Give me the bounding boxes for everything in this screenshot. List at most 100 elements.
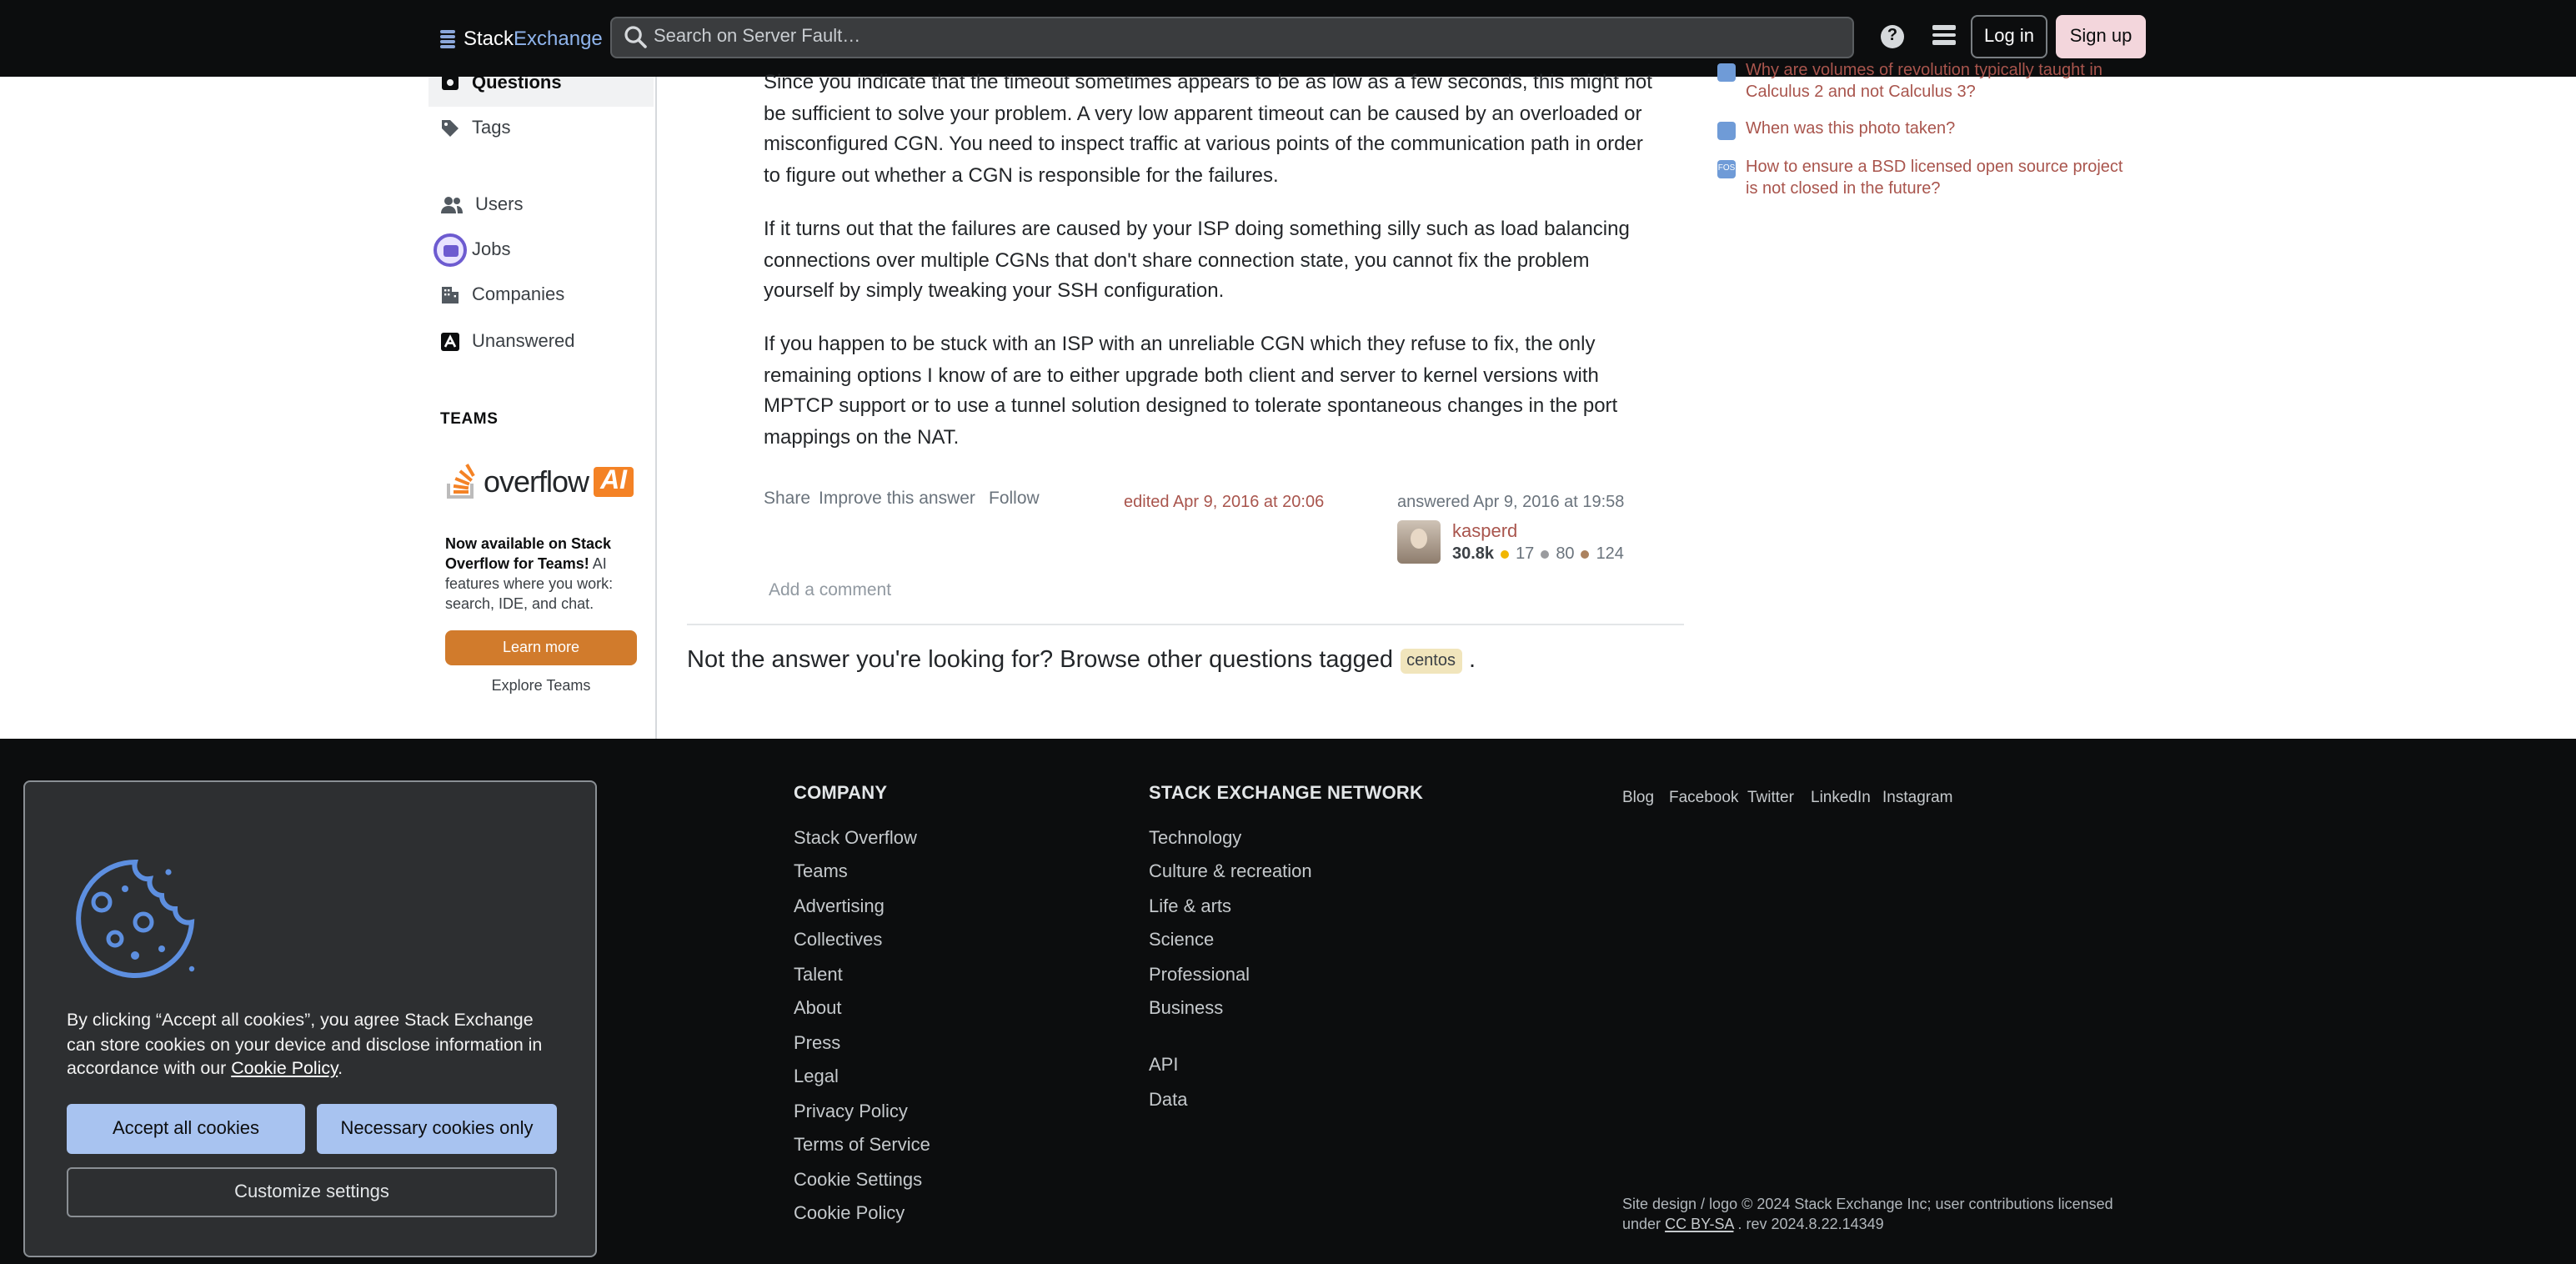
briefcase-icon xyxy=(434,233,467,267)
footer-link-stack-overflow[interactable]: Stack Overflow xyxy=(794,829,917,849)
users-icon xyxy=(441,197,463,213)
reputation-score: 30.8k xyxy=(1452,545,1495,564)
explore-teams-link[interactable]: Explore Teams xyxy=(445,677,637,694)
cookie-consent-dialog: By clicking “Accept all cookies”, you ag… xyxy=(23,780,597,1257)
copyright-line: Site design / logo © 2024 Stack Exchange… xyxy=(1622,1196,2113,1212)
answer-paragraph: If it turns out that the failures are ca… xyxy=(764,217,1630,302)
bronze-badge-count: 124 xyxy=(1596,545,1624,564)
site-switcher-icon[interactable] xyxy=(1932,25,1956,48)
signup-button[interactable]: Sign up xyxy=(2056,15,2146,58)
footer-company-heading: COMPANY xyxy=(794,784,888,804)
footer-social-blog[interactable]: Blog xyxy=(1622,789,1654,807)
license-link[interactable]: CC BY-SA xyxy=(1665,1216,1733,1232)
footer-link-advertising[interactable]: Advertising xyxy=(794,897,885,917)
questions-icon xyxy=(442,75,459,90)
footer-link-collectives[interactable]: Collectives xyxy=(794,930,882,951)
user-reputation: 30.8k 17 80 124 xyxy=(1452,545,1624,564)
edited-timestamp-link[interactable]: edited Apr 9, 2016 at 20:06 xyxy=(1124,494,1324,512)
answer-paragraph: Since you indicate that the timeout some… xyxy=(764,70,1652,186)
footer-network-heading: STACK EXCHANGE NETWORK xyxy=(1149,784,1424,804)
footer-link-cookie-policy[interactable]: Cookie Policy xyxy=(794,1204,905,1224)
cookie-icon xyxy=(76,859,195,978)
footer-link-terms[interactable]: Terms of Service xyxy=(794,1136,930,1156)
unanswered-icon xyxy=(441,333,459,351)
footer-link-culture[interactable]: Culture & recreation xyxy=(1149,862,1312,882)
stackoverflow-logo-icon xyxy=(447,464,475,499)
footer-social-linkedin[interactable]: LinkedIn xyxy=(1811,789,1871,807)
help-icon[interactable]: ? xyxy=(1881,25,1904,48)
sidebar-item-companies[interactable]: Companies xyxy=(440,280,564,310)
stackexchange-logo[interactable]: StackExchange xyxy=(440,23,603,53)
login-button[interactable]: Log in xyxy=(1971,15,2047,58)
footer-link-data[interactable]: Data xyxy=(1149,1091,1188,1111)
cookie-consent-text: By clicking “Accept all cookies”, you ag… xyxy=(67,1009,564,1081)
hot-question-link[interactable]: How to ensure a BSD licensed open source… xyxy=(1746,158,2126,200)
site-favicon-icon: FOS xyxy=(1717,160,1736,178)
sidebar-item-label: Users xyxy=(475,195,524,215)
sidebar-item-label: Jobs xyxy=(472,240,511,260)
answer-paragraph: If you happen to be stuck with an ISP wi… xyxy=(764,332,1618,448)
left-sidebar: Questions Tags Users Jobs Companies Unan… xyxy=(428,73,657,739)
search-input[interactable]: Search on Server Fault… xyxy=(610,17,1854,58)
user-name-link[interactable]: kasperd xyxy=(1452,522,1517,542)
bronze-badge-icon xyxy=(1581,550,1590,559)
footer-link-talent[interactable]: Talent xyxy=(794,966,843,986)
divider xyxy=(687,624,1684,625)
footer-link-about[interactable]: About xyxy=(794,999,842,1019)
customize-settings-button[interactable]: Customize settings xyxy=(67,1167,557,1217)
hot-question-link[interactable]: When was this photo taken? xyxy=(1746,120,1955,141)
sidebar-item-tags[interactable]: Tags xyxy=(440,113,511,143)
silver-badge-icon xyxy=(1541,550,1550,559)
sidebar-item-unanswered[interactable]: Unanswered xyxy=(440,327,575,357)
footer-link-privacy-policy[interactable]: Privacy Policy xyxy=(794,1102,908,1122)
footer-link-press[interactable]: Press xyxy=(794,1034,840,1054)
footer-link-life-arts[interactable]: Life & arts xyxy=(1149,897,1231,917)
not-the-answer-line: Not the answer you're looking for? Brows… xyxy=(687,647,1476,674)
accept-all-cookies-button[interactable]: Accept all cookies xyxy=(67,1104,305,1154)
sidebar-item-jobs[interactable]: Jobs xyxy=(434,233,511,267)
footer-link-api[interactable]: API xyxy=(1149,1056,1178,1076)
gold-badge-count: 17 xyxy=(1516,545,1535,564)
footer-social-instagram[interactable]: Instagram xyxy=(1882,789,1953,807)
footer-copyright: Site design / logo © 2024 Stack Exchange… xyxy=(1622,1194,2122,1234)
footer-link-professional[interactable]: Professional xyxy=(1149,966,1250,986)
footer-link-technology[interactable]: Technology xyxy=(1149,829,1241,849)
sidebar-item-users[interactable]: Users xyxy=(440,190,523,220)
footer-social-twitter[interactable]: Twitter xyxy=(1747,789,1794,807)
teams-promo-text: Now available on Stack Overflow for Team… xyxy=(445,534,632,614)
footer-link-teams[interactable]: Teams xyxy=(794,862,848,882)
footer-link-legal[interactable]: Legal xyxy=(794,1067,839,1087)
hot-question-item[interactable]: When was this photo taken? xyxy=(1717,120,2126,141)
cookie-policy-link[interactable]: Cookie Policy xyxy=(231,1059,338,1079)
footer-link-cookie-settings[interactable]: Cookie Settings xyxy=(794,1171,922,1191)
follow-link[interactable]: Follow xyxy=(989,489,1040,509)
necessary-cookies-button[interactable]: Necessary cookies only xyxy=(317,1104,557,1154)
share-link[interactable]: Share xyxy=(764,489,810,509)
improve-answer-link[interactable]: Improve this answer xyxy=(819,489,975,509)
logo-stack-text: Stack xyxy=(464,27,514,50)
silver-badge-count: 80 xyxy=(1556,545,1575,564)
not-the-answer-text: Not the answer you're looking for? Brows… xyxy=(687,647,1394,674)
trailing-period: . xyxy=(1469,647,1476,674)
building-icon xyxy=(442,287,459,303)
footer-link-science[interactable]: Science xyxy=(1149,930,1214,951)
hot-question-item[interactable]: Why are volumes of revolution typically … xyxy=(1717,62,2126,103)
learn-more-button[interactable]: Learn more xyxy=(445,630,637,665)
overflow-ai-badge: AI xyxy=(594,467,634,497)
answered-timestamp: answered Apr 9, 2016 at 19:58 xyxy=(1397,494,1625,512)
top-bar: StackExchange Search on Server Fault… ? … xyxy=(0,0,2576,77)
add-comment-link[interactable]: Add a comment xyxy=(769,580,891,600)
tag-centos[interactable]: centos xyxy=(1400,648,1462,673)
hot-question-link[interactable]: Why are volumes of revolution typically … xyxy=(1746,62,2126,103)
stackexchange-logo-icon xyxy=(440,29,455,48)
sidebar-item-label: Tags xyxy=(472,118,511,138)
footer-link-business[interactable]: Business xyxy=(1149,999,1223,1019)
hot-question-item[interactable]: FOS How to ensure a BSD licensed open so… xyxy=(1717,158,2126,200)
copyright-revision: . rev 2024.8.22.14349 xyxy=(1737,1216,1884,1232)
avatar[interactable] xyxy=(1397,520,1441,564)
teams-heading: TEAMS xyxy=(440,410,499,429)
footer-social-facebook[interactable]: Facebook xyxy=(1669,789,1738,807)
sidebar-item-questions[interactable]: Questions xyxy=(440,68,562,98)
gold-badge-icon xyxy=(1501,550,1510,559)
site-favicon-icon xyxy=(1717,122,1736,140)
